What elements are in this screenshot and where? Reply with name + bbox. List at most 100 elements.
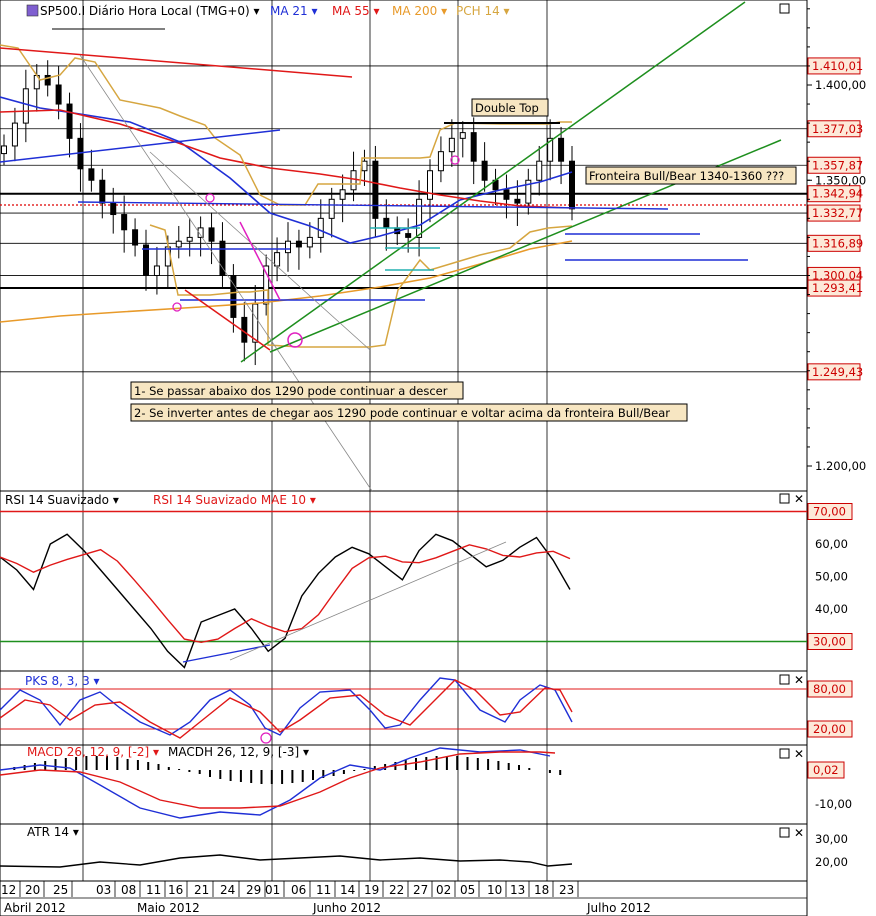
candle-body [306,236,313,248]
macd-title: MACD 26, 12, 9, [-2] ▾ [27,745,159,759]
candle-body [536,160,543,181]
candle-body [427,170,433,200]
x-day-label: 11 [316,883,331,897]
candle-body [175,240,182,248]
candle-body [558,137,565,162]
x-month-label: Julho 2012 [586,901,651,915]
candle-body [132,229,139,246]
price-label: 1.410,01 [812,59,863,73]
header-indicator: PCH 14 ▾ [456,4,510,18]
candle-body [416,198,423,238]
x-month-label: Junho 2012 [312,901,381,915]
price-label: 1.377,03 [812,122,863,136]
candle-body [503,189,510,200]
candle-body [121,214,128,231]
panel-frames [0,0,808,916]
price-label: 1.249,43 [812,365,863,379]
x-day-label: 24 [220,883,235,897]
candle-body [317,217,324,238]
candle-body [470,132,477,162]
price-label: 1.316,89 [812,236,863,250]
candle-body [569,160,575,210]
x-day-label: 05 [460,883,475,897]
macdh-title: MACDH 26, 12, 9, [-3] ▾ [168,745,309,759]
x-day-label: 25 [53,883,68,897]
x-day-label: 01 [265,883,280,897]
chart-canvas: 1.410,01 1.377,03 1.357,87 1.342,94 1.332,77… [0,0,866,916]
x-day-label: 03 [96,883,111,897]
candle-body [405,233,412,238]
axis-tick-label: 1.350,00 [815,173,866,187]
x-day-label: 08 [121,883,136,897]
candle-body [372,160,379,219]
axis-tick-label: 1.200,00 [815,459,866,473]
candle-body [252,303,259,343]
x-day-label: 10 [487,883,502,897]
x-day-label: 21 [194,883,209,897]
candle-body [11,122,18,147]
rsi-tick: 50,00 [815,570,848,584]
annotation-fronteira: Fronteira Bull/Bear 1340-1360 ??? [589,169,784,183]
candle-body [339,189,346,200]
atr-title: ATR 14 ▾ [27,825,79,839]
candle-body [22,88,29,124]
price-label: 1.332,77 [812,206,863,220]
candle-body [66,103,73,139]
candle-body [153,265,160,277]
rsi-level-label: 70,00 [813,505,846,519]
rsi-tick: 40,00 [815,602,848,616]
rsi-title: RSI 14 Suavizado ▾ [5,493,119,507]
close-icon: ✕ [794,826,804,840]
close-icon: ✕ [794,747,804,761]
annotation-double-top: Double Top [475,101,539,115]
x-day-label: 27 [413,883,428,897]
x-day-label: 02 [436,883,451,897]
x-month-label: Abril 2012 [4,901,66,915]
candle-body [350,170,357,191]
annotation-note-2: 2- Se inverter antes de chegar aos 1290 … [134,406,670,420]
x-day-label: 18 [534,883,549,897]
candle-body [437,151,444,172]
price-label: 1.342,94 [812,187,863,201]
x-day-label: 13 [510,883,525,897]
rsi-tick: 60,00 [815,537,848,551]
candle-body [88,168,95,181]
rsi-title-2: RSI 14 Suavizado MAE 10 ▾ [153,493,316,507]
x-day-label: 20 [25,883,40,897]
x-day-label: 19 [364,883,379,897]
candle-body [110,202,117,216]
pks-level-label: 80,00 [813,682,846,696]
annotation-note-1: 1- Se passar abaixo dos 1290 pode contin… [134,384,448,398]
candle-body [55,84,62,105]
x-month-label: Maio 2012 [137,901,200,915]
candle-body [514,198,521,204]
x-day-label: 11 [146,883,161,897]
macd-value: 0,02 [813,763,839,777]
x-day-label: 06 [291,883,306,897]
x-day-label: 16 [168,883,183,897]
close-icon: ✕ [794,492,804,506]
candle-body [361,160,368,172]
x-day-label: 23 [559,883,574,897]
atr-tick: 20,00 [815,855,848,869]
header-symbol: SP500.I Diário Hora Local (TMG+0) ▾ [40,4,260,18]
header-indicator: MA 55 ▾ [332,4,379,18]
header-indicator: MA 21 ▾ [270,4,317,18]
candle-body [186,236,193,242]
candle-body [328,198,335,219]
candle-body [285,240,291,254]
candle-body [481,160,488,181]
close-icon: ✕ [794,673,804,687]
candle-body [383,217,390,229]
candle-body [208,227,215,242]
pks-title: PKS 8, 3, 3 ▾ [25,674,100,688]
pks-level-label: 20,00 [813,722,846,736]
x-day-label: 29 [246,883,261,897]
header-indicator: MA 200 ▾ [392,4,447,18]
price-label: 1.293,41 [812,281,863,295]
atr-tick: 30,00 [815,832,848,846]
candle-body [459,132,466,139]
x-day-label: 22 [389,883,404,897]
price-label: 1.357,87 [812,158,863,172]
symbol-icon [26,4,39,17]
